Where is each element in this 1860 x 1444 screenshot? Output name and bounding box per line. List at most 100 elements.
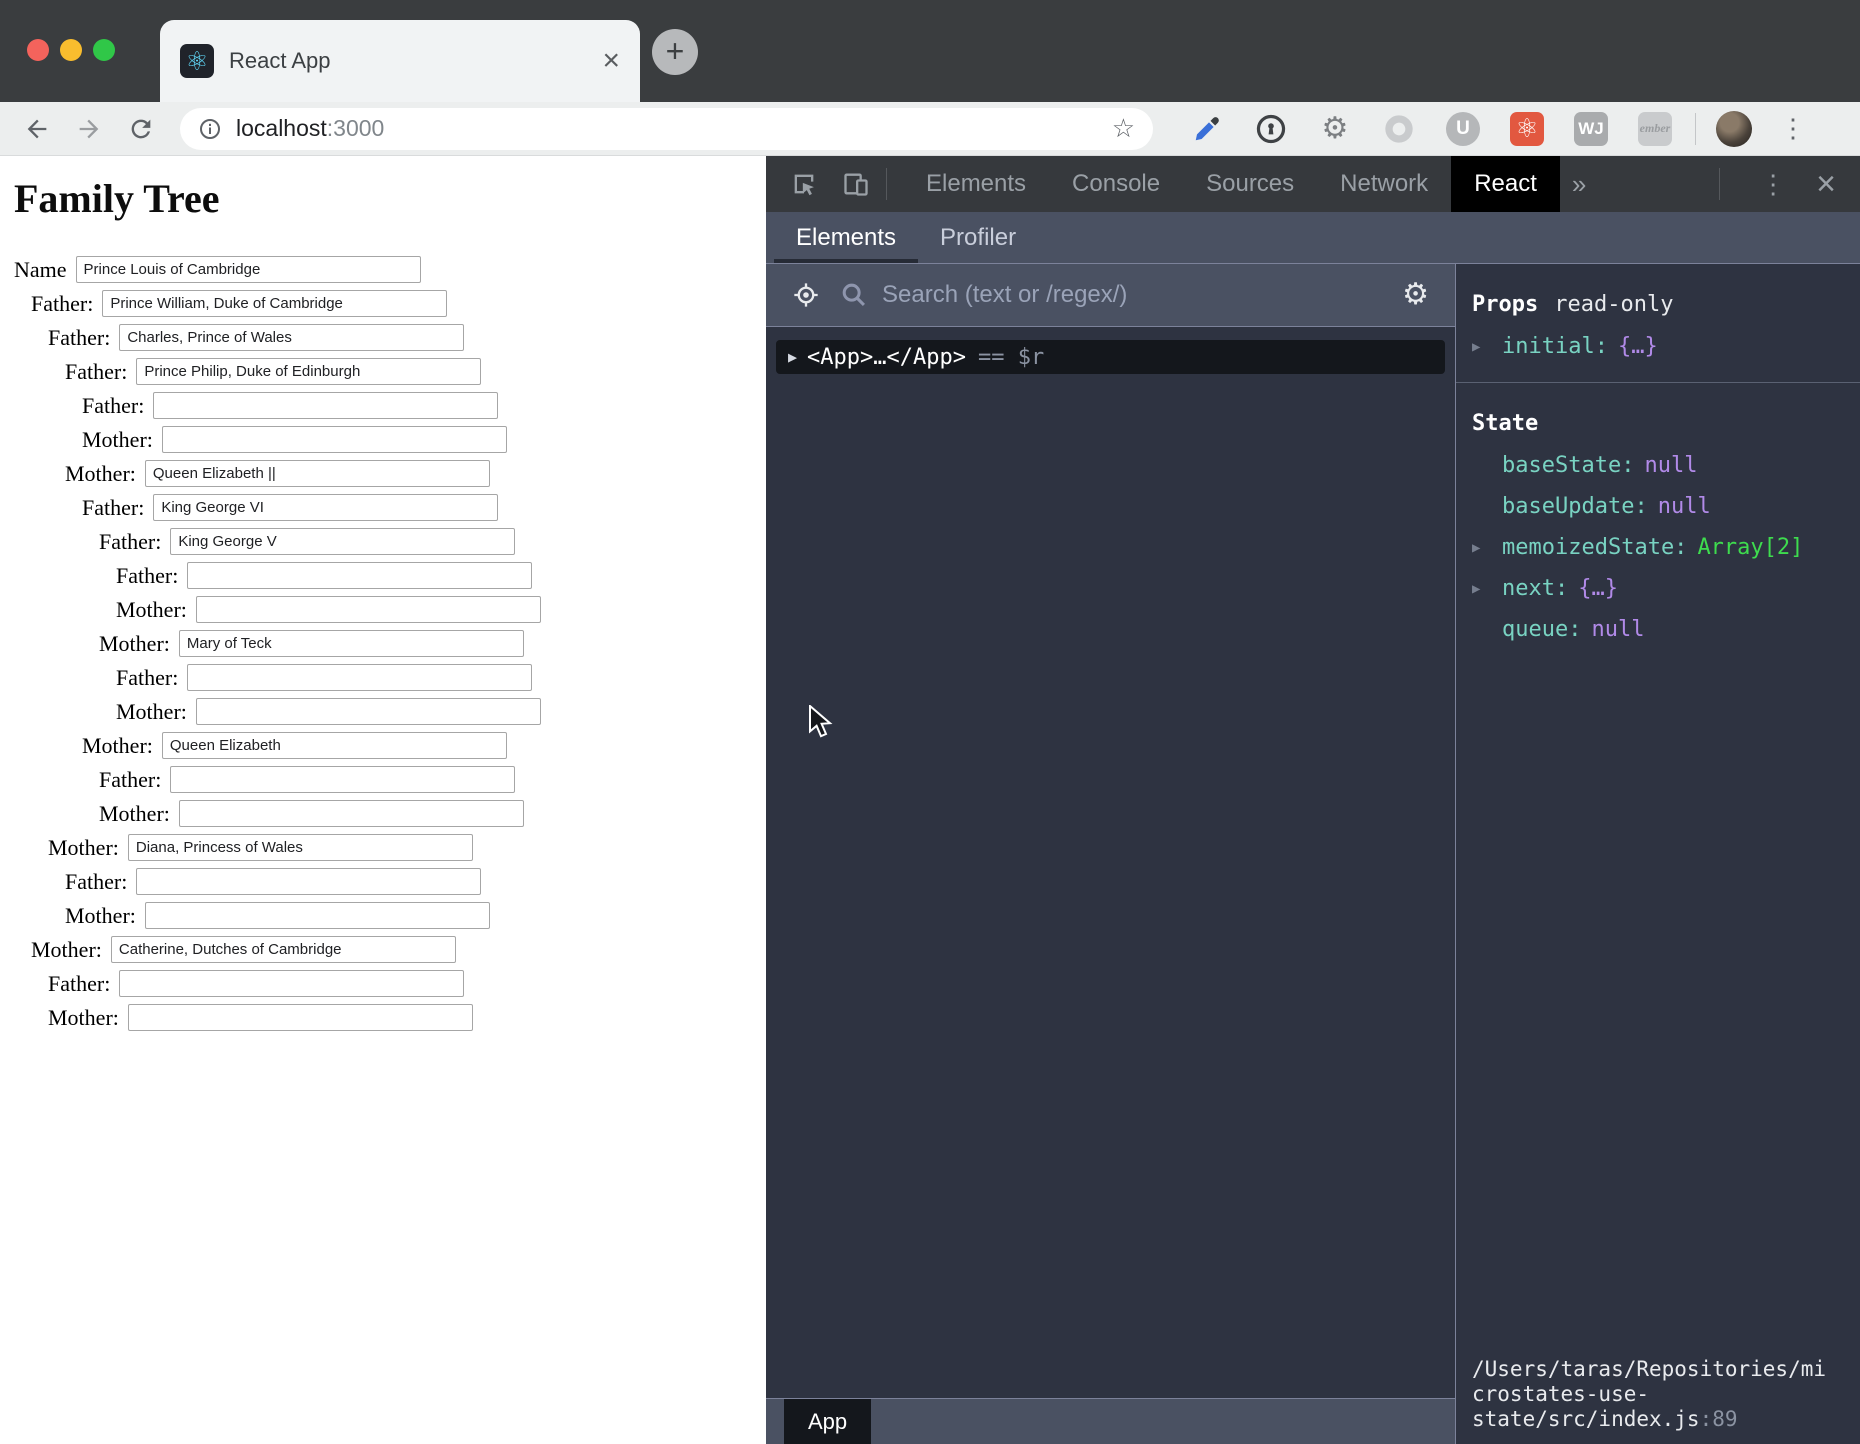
family-row: Father:	[99, 528, 766, 555]
swirl-extension-icon[interactable]	[1381, 111, 1417, 147]
family-form: NameFather:Father:Father:Father:Mother:M…	[14, 256, 766, 1031]
expand-arrow-icon[interactable]: ▶	[1472, 537, 1502, 559]
minimize-window-button[interactable]	[60, 39, 82, 61]
devtools-menu-icon[interactable]: ⋮	[1760, 169, 1786, 200]
forward-arrow-icon	[75, 115, 103, 143]
mother-input[interactable]	[162, 732, 507, 759]
mother-input[interactable]	[196, 698, 541, 725]
site-info-icon[interactable]	[198, 117, 222, 141]
reload-button[interactable]	[124, 112, 158, 146]
profile-avatar[interactable]	[1716, 111, 1752, 147]
field-label: Mother:	[65, 903, 136, 929]
react-devtools-extension-icon[interactable]: ⚛	[1509, 111, 1545, 147]
field-label: Father:	[82, 393, 144, 419]
browser-window: ⚛ React App × + localhost:3000 ☆	[0, 0, 1860, 1444]
react-subtab-elements[interactable]: Elements	[774, 212, 918, 263]
father-input[interactable]	[153, 494, 498, 521]
family-row: Mother:	[48, 834, 766, 861]
field-label: Mother:	[31, 937, 102, 963]
field-label: Mother:	[99, 631, 170, 657]
father-input[interactable]	[136, 868, 481, 895]
family-row: Father:	[48, 970, 766, 997]
father-input[interactable]	[136, 358, 481, 385]
gear-extension-icon[interactable]: ⚙	[1317, 111, 1353, 147]
devtools-tab-bar: ElementsConsoleSourcesNetworkReact » ⋮ ×	[766, 156, 1860, 212]
mother-input[interactable]	[145, 460, 490, 487]
father-input[interactable]	[119, 324, 464, 351]
devtools-tab-network[interactable]: Network	[1317, 156, 1451, 212]
devtools-tab-elements[interactable]: Elements	[903, 156, 1049, 212]
device-toolbar-button[interactable]	[842, 170, 870, 198]
kv-value: {…}	[1618, 336, 1658, 358]
mother-input[interactable]	[179, 630, 524, 657]
mother-input[interactable]	[162, 426, 507, 453]
close-window-button[interactable]	[27, 39, 49, 61]
page-title: Family Tree	[14, 176, 766, 222]
name-input[interactable]	[76, 256, 421, 283]
bookmark-star-icon[interactable]: ☆	[1112, 113, 1135, 144]
devtools-panel: ElementsConsoleSourcesNetworkReact » ⋮ ×…	[766, 156, 1860, 1444]
url-text[interactable]: localhost:3000	[236, 115, 384, 142]
devtools-tab-react[interactable]: React	[1451, 156, 1560, 212]
kv-row-baseState: baseState: null	[1472, 455, 1850, 477]
mother-input[interactable]	[128, 834, 473, 861]
url-host: localhost	[236, 115, 327, 141]
kv-row-initial[interactable]: ▶initial: {…}	[1472, 336, 1850, 358]
kv-row-next[interactable]: ▶next:{…}	[1472, 578, 1850, 600]
settings-gear-icon[interactable]: ⚙	[1402, 280, 1429, 310]
father-input[interactable]	[119, 970, 464, 997]
more-tabs-icon[interactable]: »	[1572, 169, 1586, 200]
tab-close-icon[interactable]: ×	[602, 46, 620, 76]
kv-key: baseState:	[1502, 455, 1634, 477]
address-bar[interactable]: localhost:3000 ☆	[180, 108, 1153, 150]
source-line-number: :89	[1700, 1407, 1738, 1431]
wallaby-extension-icon[interactable]: WJ	[1573, 111, 1609, 147]
react-subtab-profiler[interactable]: Profiler	[918, 212, 1038, 263]
mother-input[interactable]	[111, 936, 456, 963]
password-manager-extension-icon[interactable]	[1253, 111, 1289, 147]
eyedropper-extension-icon[interactable]	[1189, 111, 1225, 147]
father-input[interactable]	[187, 562, 532, 589]
mother-input[interactable]	[128, 1004, 473, 1031]
family-row: Father:	[82, 494, 766, 521]
kv-value: null	[1644, 455, 1697, 477]
devtools-tab-console[interactable]: Console	[1049, 156, 1183, 212]
expand-arrow-icon[interactable]: ▶	[788, 348, 797, 366]
select-component-icon[interactable]	[792, 281, 820, 309]
mother-input[interactable]	[145, 902, 490, 929]
family-row: Mother:	[99, 630, 766, 657]
device-toolbar-icon	[842, 170, 870, 198]
father-input[interactable]	[170, 766, 515, 793]
forward-button[interactable]	[72, 112, 106, 146]
expand-arrow-icon[interactable]: ▶	[1472, 578, 1502, 600]
mother-input[interactable]	[179, 800, 524, 827]
devtools-tab-sources[interactable]: Sources	[1183, 156, 1317, 212]
ember-extension-icon[interactable]: ember	[1637, 111, 1673, 147]
content-area: Family Tree NameFather:Father:Father:Fat…	[0, 156, 1860, 1444]
devtools-close-icon[interactable]: ×	[1816, 165, 1836, 204]
field-label: Father:	[82, 495, 144, 521]
app-tree-node[interactable]: ▶ <App>…</App> == $r	[776, 340, 1445, 374]
source-path[interactable]: /Users/taras/Repositories/microstates-us…	[1472, 1357, 1826, 1432]
father-input[interactable]	[153, 392, 498, 419]
field-label: Father:	[48, 971, 110, 997]
kv-row-queue: queue:null	[1472, 619, 1850, 641]
kv-value: null	[1658, 496, 1711, 518]
inspect-element-button[interactable]	[790, 170, 818, 198]
father-input[interactable]	[170, 528, 515, 555]
father-input[interactable]	[187, 664, 532, 691]
state-section: State baseState:nullbaseUpdate:null▶memo…	[1456, 383, 1860, 665]
search-input[interactable]	[882, 281, 1402, 309]
browser-tab[interactable]: ⚛ React App ×	[160, 20, 640, 102]
kv-row-memoizedState[interactable]: ▶memoizedState:Array[2]	[1472, 537, 1850, 559]
kv-key: initial:	[1502, 336, 1608, 358]
zoom-window-button[interactable]	[93, 39, 115, 61]
browser-menu-icon[interactable]: ⋮	[1780, 113, 1806, 144]
mother-input[interactable]	[196, 596, 541, 623]
breadcrumb-app[interactable]: App	[784, 1399, 871, 1444]
new-tab-button[interactable]: +	[652, 29, 698, 75]
back-button[interactable]	[20, 112, 54, 146]
expand-arrow-icon[interactable]: ▶	[1472, 336, 1502, 358]
father-input[interactable]	[102, 290, 447, 317]
ublock-extension-icon[interactable]: U	[1445, 111, 1481, 147]
